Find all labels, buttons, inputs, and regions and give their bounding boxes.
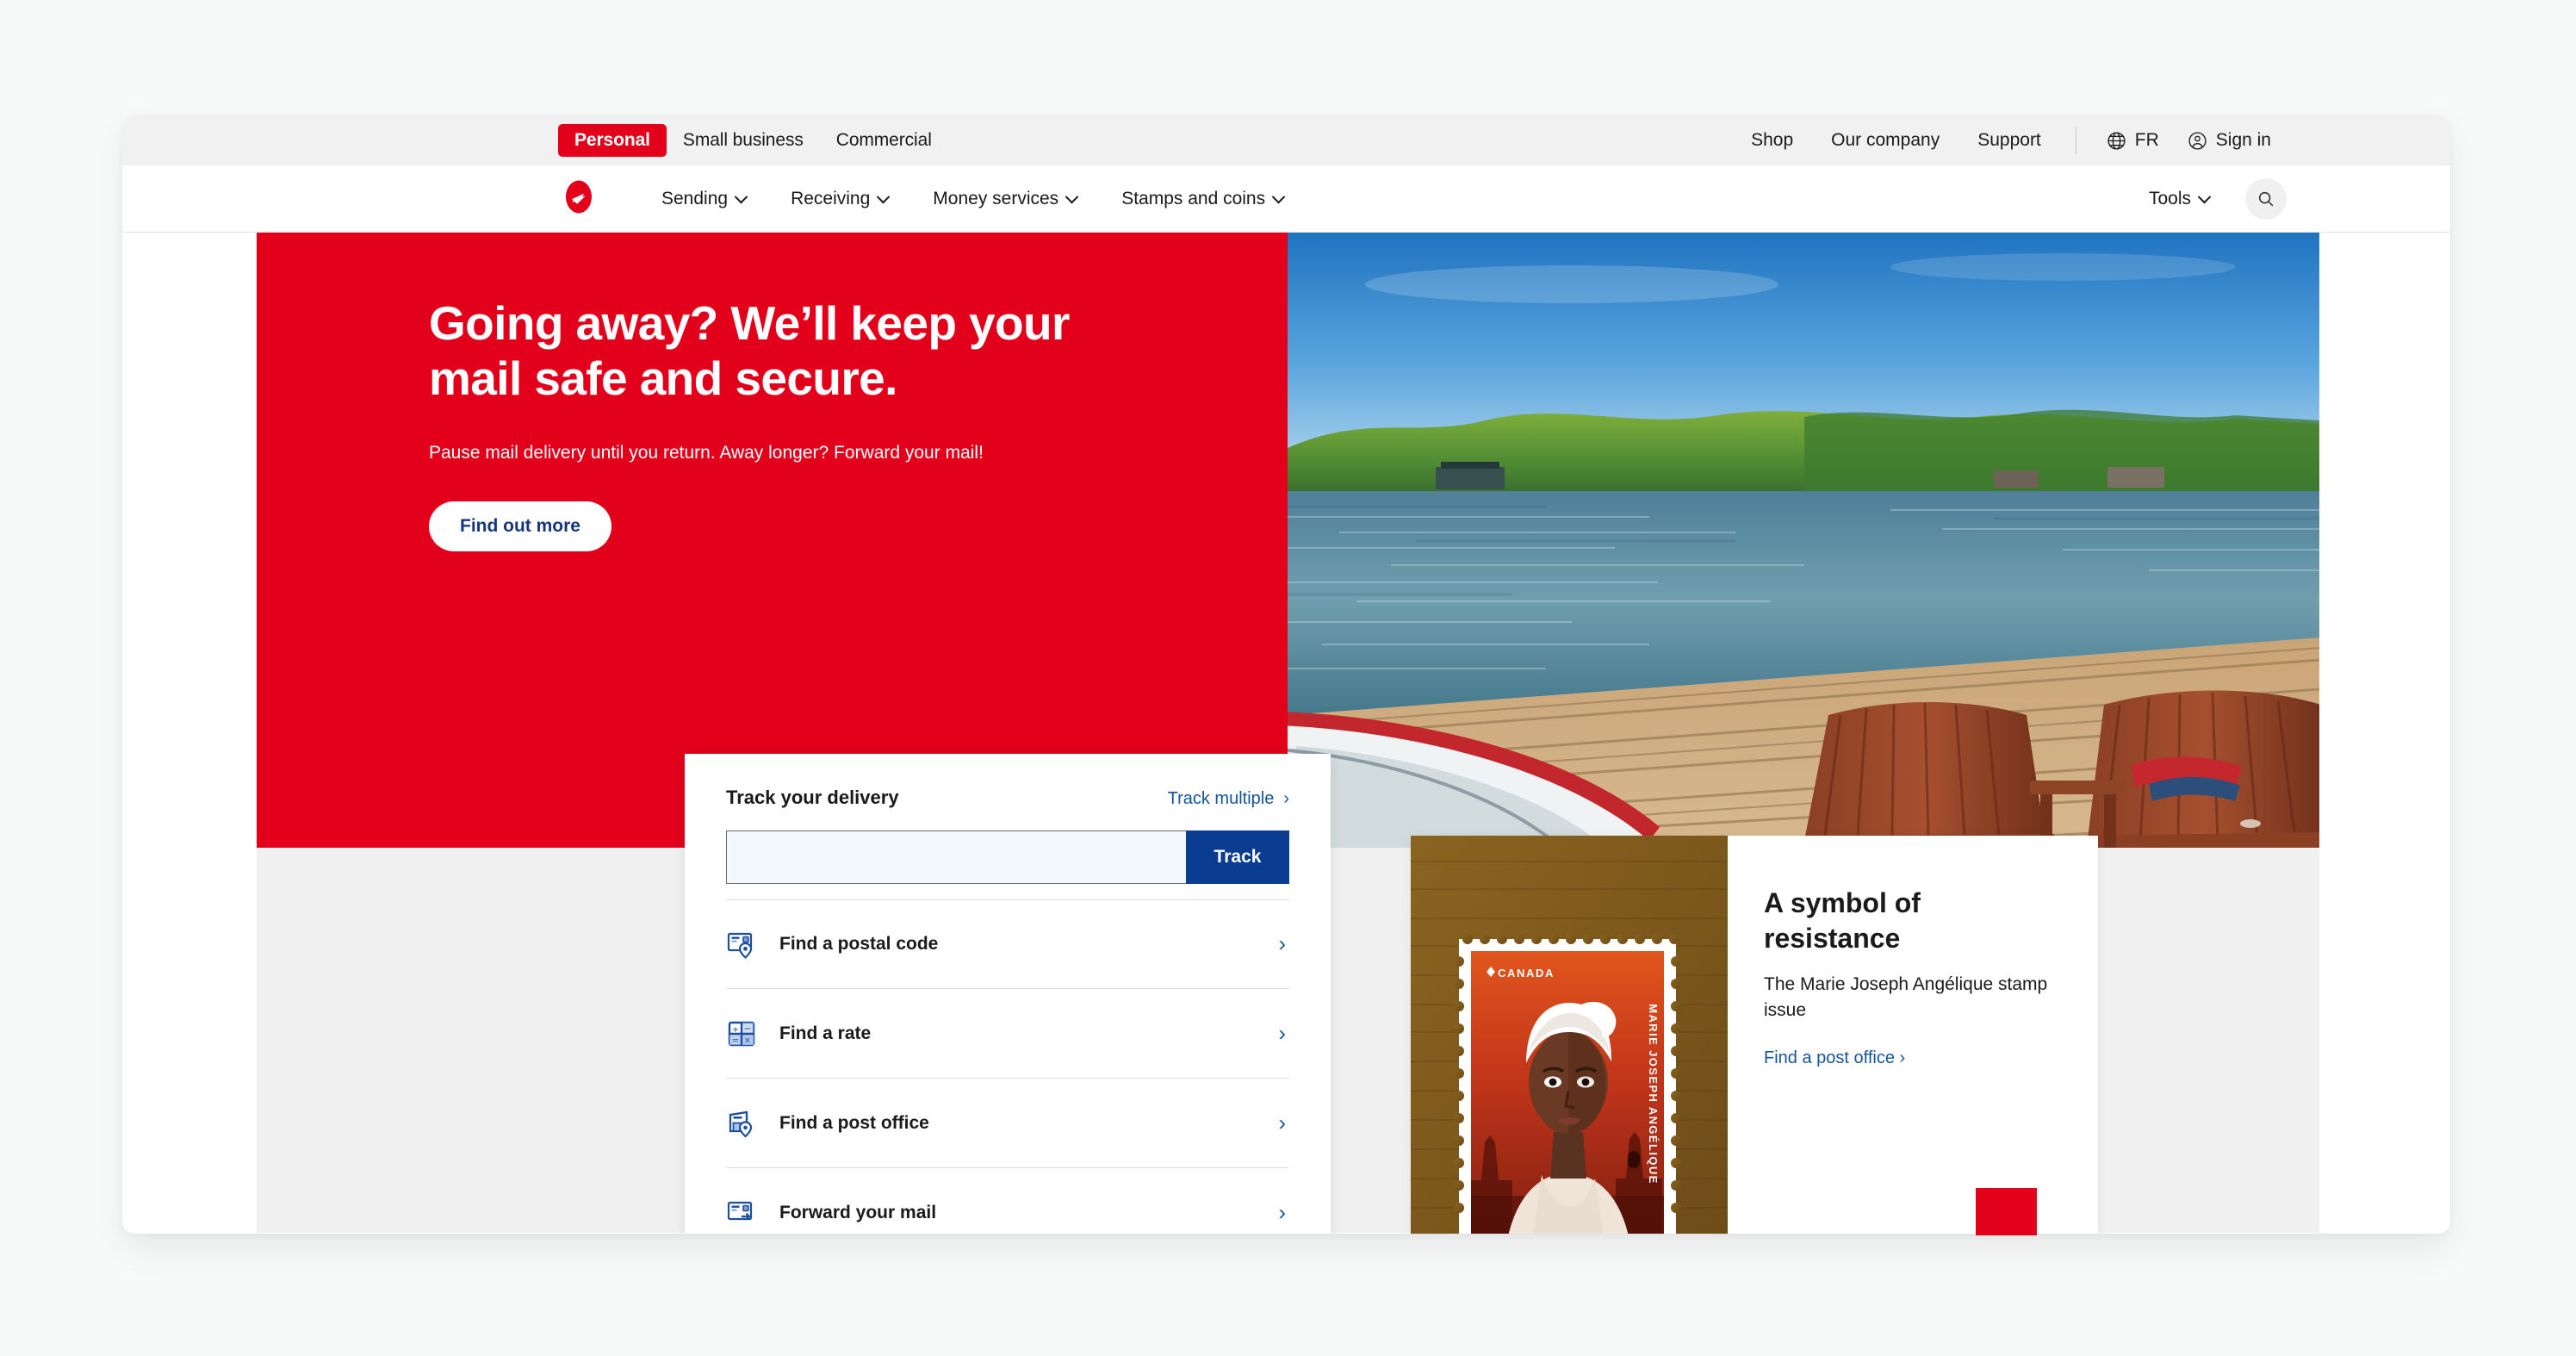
quick-link-label: Forward your mail xyxy=(779,1202,937,1222)
svg-text:=: = xyxy=(732,1036,739,1045)
chevron-down-icon xyxy=(2197,190,2212,203)
red-accent-block xyxy=(1976,1188,2037,1235)
user-circle-icon xyxy=(2187,130,2208,152)
nav-item-receiving[interactable]: Receiving xyxy=(768,189,910,209)
utility-link-shop[interactable]: Shop xyxy=(1732,130,1812,151)
nav-item-label: Receiving xyxy=(791,189,871,208)
calculator-icon: + − = × xyxy=(726,1018,757,1049)
page-gutter-right xyxy=(2319,233,2450,1233)
svg-text:+: + xyxy=(732,1025,739,1035)
nav-item-stamps-and-coins[interactable]: Stamps and coins xyxy=(1099,189,1306,209)
hero-title: Going away? We’ll keep your mail safe an… xyxy=(429,296,1070,405)
find-out-more-button[interactable]: Find out more xyxy=(429,501,611,552)
nav-item-money-services[interactable]: Money services xyxy=(910,189,1099,209)
chevron-down-icon xyxy=(877,190,891,203)
envelope-pin-icon xyxy=(726,929,757,960)
utility-bar: Personal Small business Commercial Shop … xyxy=(122,115,2450,165)
hero-subtitle: Pause mail delivery until you return. Aw… xyxy=(429,442,984,463)
hero-image xyxy=(1288,233,2319,848)
audience-tabs: Personal Small business Commercial xyxy=(558,115,948,165)
nav-item-tools[interactable]: Tools xyxy=(2126,189,2231,209)
nav-item-label: Sending xyxy=(661,189,729,208)
chevron-right-icon: › xyxy=(1278,1110,1286,1135)
svg-text:−: − xyxy=(743,1023,751,1034)
canada-post-logo[interactable] xyxy=(560,177,598,220)
envelope-icon xyxy=(726,1197,757,1228)
stamp-card-description: The Marie Joseph Angélique stamp issue xyxy=(1764,973,2048,1021)
quick-link-find-a-post-office[interactable]: Find a post office › xyxy=(726,1079,1289,1168)
track-card-header: Track your delivery Track multiple › xyxy=(726,787,1289,809)
audience-tab-small-business[interactable]: Small business xyxy=(667,124,820,157)
marie-joseph-angelique-stamp-artwork: CANADA MARIE JOSEPH ANGÉLIQUE xyxy=(1411,836,1728,1234)
page-body: Going away? We’ll keep your mail safe an… xyxy=(122,233,2450,1234)
nav-item-sending[interactable]: Sending xyxy=(639,189,768,209)
lakeside-dock-photo xyxy=(1288,233,2319,848)
track-input-row: Track xyxy=(726,830,1289,884)
svg-text:MARIE JOSEPH ANGÉLIQUE: MARIE JOSEPH ANGÉLIQUE xyxy=(1647,1004,1660,1184)
search-icon xyxy=(2256,190,2275,208)
chevron-down-icon xyxy=(1065,190,1079,203)
utility-link-support[interactable]: Support xyxy=(1958,130,2060,151)
stamp-card-link[interactable]: Find a post office › xyxy=(1764,1048,1905,1068)
svg-text:CANADA: CANADA xyxy=(1498,967,1555,980)
main-navigation: Sending Receiving Money services Stamps … xyxy=(122,165,2450,233)
utility-link-our-company[interactable]: Our company xyxy=(1812,130,1958,151)
hero-content: Going away? We’ll keep your mail safe an… xyxy=(429,296,1109,552)
quick-link-label: Find a rate xyxy=(779,1023,872,1043)
canada-post-logo-icon xyxy=(566,180,592,213)
stamp-card-body: A symbol of resistance The Marie Joseph … xyxy=(1728,836,2098,1234)
quick-link-forward-your-mail[interactable]: Forward your mail › xyxy=(726,1168,1289,1234)
track-multiple-label: Track multiple xyxy=(1167,789,1275,808)
chevron-right-icon: › xyxy=(1278,1021,1286,1045)
search-button[interactable] xyxy=(2245,178,2287,220)
quick-links-list: Find a postal code › + − = × Find a rate… xyxy=(726,899,1289,1234)
quick-link-find-a-postal-code[interactable]: Find a postal code › xyxy=(726,899,1289,989)
track-card-title: Track your delivery xyxy=(726,787,899,808)
browser-window: Personal Small business Commercial Shop … xyxy=(122,115,2450,1234)
nav-item-label: Money services xyxy=(933,189,1059,208)
utility-links: Shop Our company Support FR Sign in xyxy=(1732,115,2285,165)
language-toggle[interactable]: FR xyxy=(2092,130,2173,152)
stamp-card-title: A symbol of resistance xyxy=(1764,887,1921,954)
building-pin-icon xyxy=(726,1108,757,1139)
quick-link-label: Find a post office xyxy=(779,1112,929,1133)
nav-item-label: Stamps and coins xyxy=(1121,189,1266,208)
audience-tab-commercial[interactable]: Commercial xyxy=(820,124,948,157)
chevron-right-icon: › xyxy=(1278,931,1286,956)
chevron-down-icon xyxy=(734,190,748,203)
svg-text:×: × xyxy=(744,1036,751,1045)
language-label: FR xyxy=(2134,130,2159,150)
track-submit-button[interactable]: Track xyxy=(1186,830,1289,884)
quick-link-find-a-rate[interactable]: + − = × Find a rate › xyxy=(726,989,1289,1079)
stamp-feature-card[interactable]: CANADA MARIE JOSEPH ANGÉLIQUE A symbol o… xyxy=(1411,836,2098,1234)
tracking-number-input[interactable] xyxy=(726,830,1186,884)
page-gutter-left xyxy=(122,233,257,1233)
sign-in-link[interactable]: Sign in xyxy=(2173,130,2285,152)
stamp-image: CANADA MARIE JOSEPH ANGÉLIQUE xyxy=(1411,836,1728,1234)
chevron-right-icon: › xyxy=(1283,789,1289,808)
track-delivery-card: Track your delivery Track multiple › Tra… xyxy=(685,754,1331,1234)
nav-items: Sending Receiving Money services Stamps … xyxy=(639,165,1306,233)
nav-right: Tools xyxy=(2126,165,2287,233)
globe-icon xyxy=(2106,130,2127,152)
nav-item-label: Tools xyxy=(2148,189,2191,208)
sign-in-label: Sign in xyxy=(2215,130,2271,150)
audience-tab-personal[interactable]: Personal xyxy=(558,124,667,157)
quick-link-label: Find a postal code xyxy=(779,934,939,954)
chevron-down-icon xyxy=(1271,190,1286,203)
track-multiple-link[interactable]: Track multiple › xyxy=(1168,789,1289,809)
chevron-right-icon: › xyxy=(1278,1200,1286,1224)
